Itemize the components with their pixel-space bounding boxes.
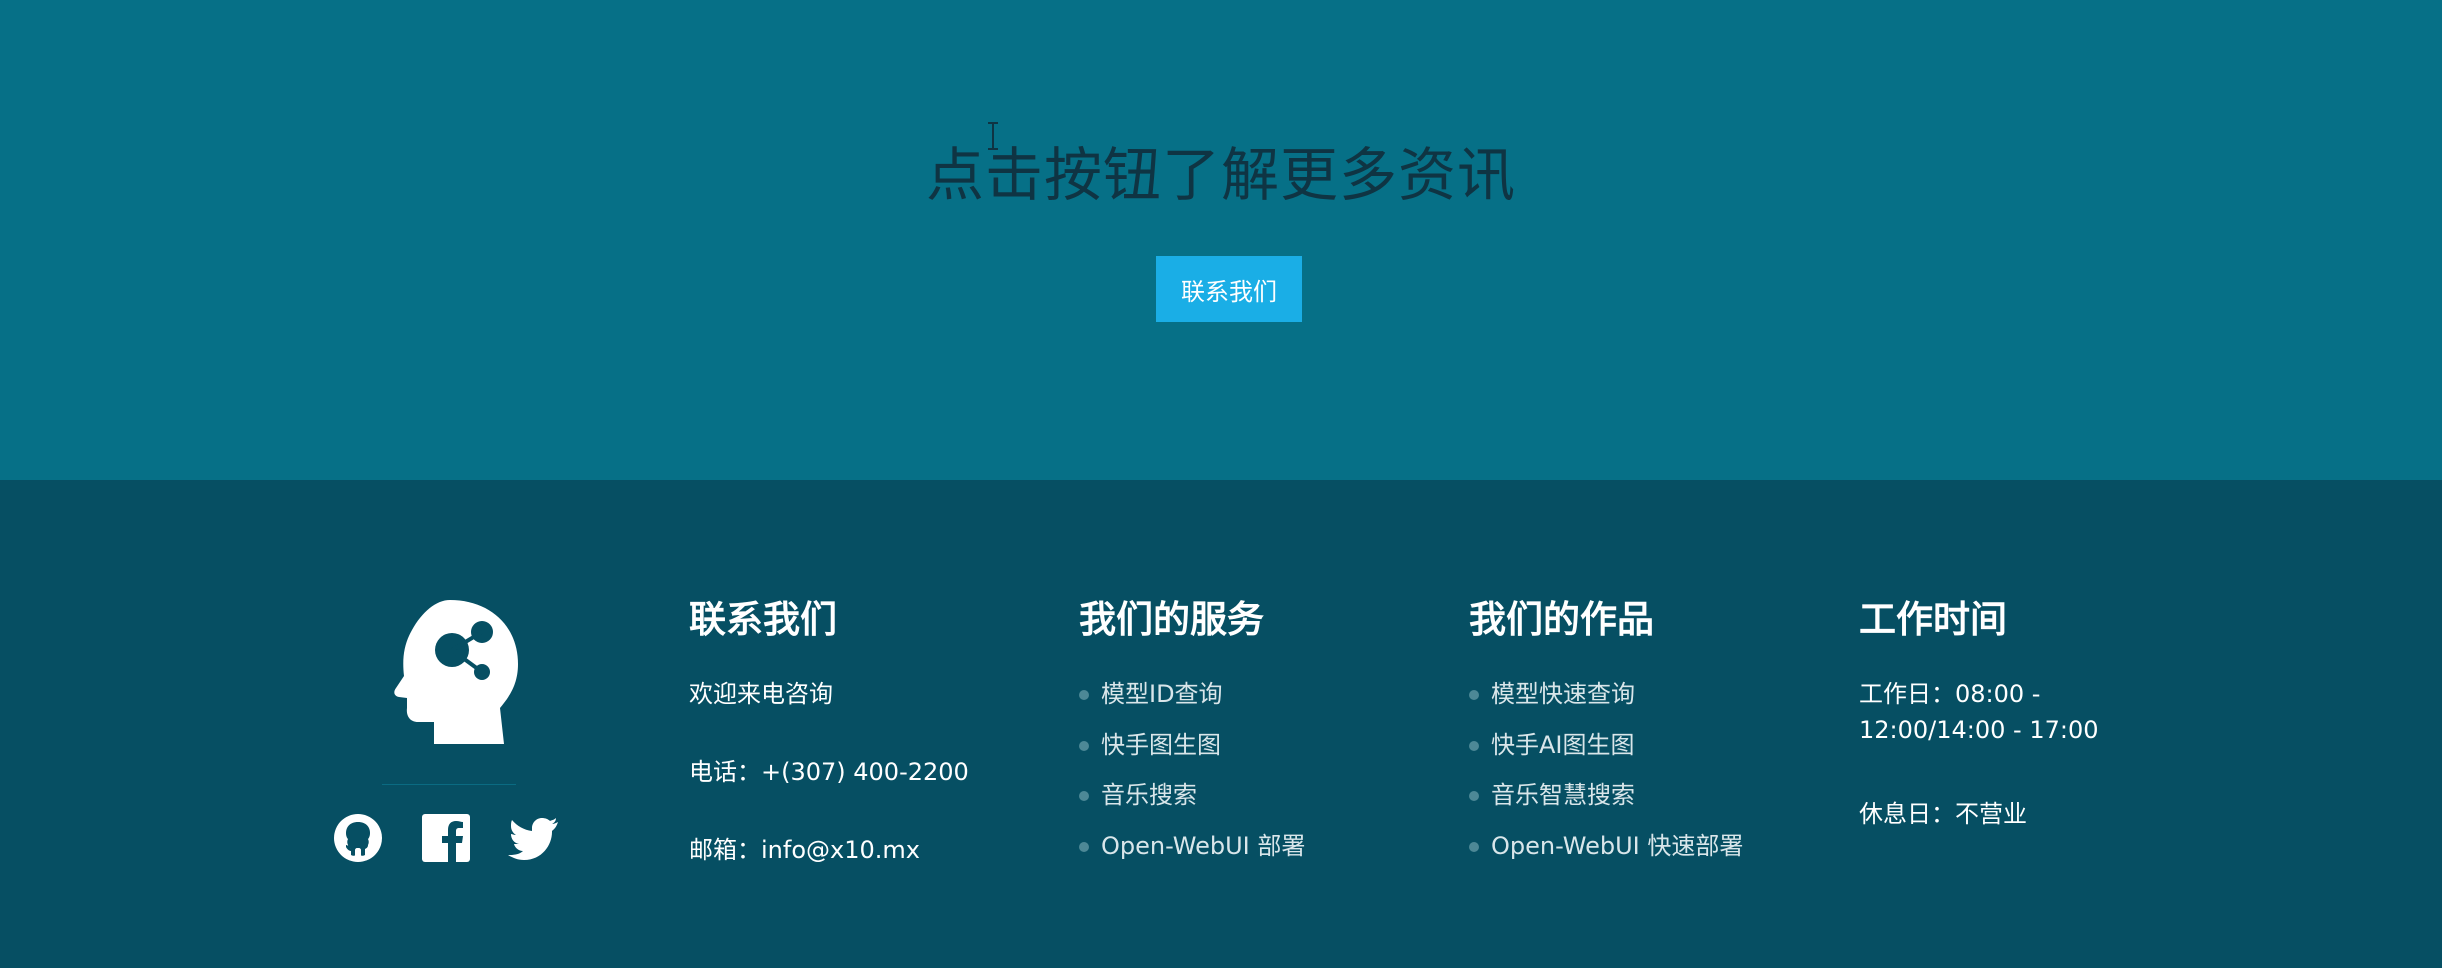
hours-weekday-line2: 12:00/14:00 - 17:00 — [1859, 716, 2099, 744]
services-item[interactable]: Open-WebUI 部署 — [1079, 830, 1305, 881]
bullet-icon — [1079, 740, 1089, 751]
bullet-icon — [1469, 690, 1479, 700]
brand-divider — [382, 784, 516, 785]
head-network-icon — [394, 600, 518, 744]
text-cursor-icon — [988, 122, 998, 150]
bullet-icon — [1079, 841, 1089, 852]
bullet-icon — [1469, 740, 1479, 751]
works-item[interactable]: 音乐智慧搜索 — [1469, 779, 1743, 830]
hours-heading: 工作时间 — [1859, 598, 2007, 641]
services-item[interactable]: 音乐搜索 — [1079, 779, 1305, 830]
works-item-label: 模型快速查询 — [1491, 680, 1635, 708]
contact-phone: 电话：+(307) 400-2200 — [689, 758, 969, 786]
works-item-label: 快手AI图生图 — [1491, 730, 1635, 759]
contact-welcome: 欢迎来电咨询 — [689, 680, 833, 708]
works-list: 模型快速查询 快手AI图生图 音乐智慧搜索 Open-WebUI 快速部署 — [1469, 678, 1743, 880]
footer-works-column: 我们的作品 模型快速查询 快手AI图生图 音乐智慧搜索 Open-WebUI 快… — [1469, 596, 1743, 860]
services-item-label: 音乐搜索 — [1101, 781, 1197, 809]
bullet-icon — [1469, 841, 1479, 852]
works-heading: 我们的作品 — [1469, 598, 1654, 641]
cta-section: 点击按钮了解更多资讯 联系我们 — [0, 0, 2442, 480]
facebook-icon[interactable] — [420, 812, 472, 864]
services-item-label: 模型ID查询 — [1101, 680, 1223, 708]
works-item[interactable]: Open-WebUI 快速部署 — [1469, 830, 1743, 881]
contact-email: 邮箱：info@x10.mx — [689, 836, 920, 864]
contact-heading: 联系我们 — [689, 598, 837, 641]
works-item[interactable]: 快手AI图生图 — [1469, 729, 1743, 780]
works-item[interactable]: 模型快速查询 — [1469, 678, 1743, 729]
services-item-label: 快手图生图 — [1101, 730, 1221, 759]
bullet-icon — [1079, 690, 1089, 700]
github-icon[interactable] — [332, 812, 384, 864]
services-heading: 我们的服务 — [1079, 598, 1264, 641]
cta-title: 点击按钮了解更多资讯 — [925, 141, 1516, 209]
bullet-icon — [1079, 791, 1089, 801]
services-item-label: Open-WebUI 部署 — [1101, 831, 1306, 860]
services-item[interactable]: 模型ID查询 — [1079, 678, 1305, 729]
twitter-icon[interactable] — [508, 812, 560, 864]
works-item-label: 音乐智慧搜索 — [1491, 781, 1635, 809]
works-item-label: Open-WebUI 快速部署 — [1491, 831, 1744, 860]
hours-weekday-line1: 工作日：08:00 - — [1859, 680, 2041, 708]
contact-us-button[interactable]: 联系我们 — [1156, 256, 1302, 322]
services-item[interactable]: 快手图生图 — [1079, 729, 1305, 780]
services-list: 模型ID查询 快手图生图 音乐搜索 Open-WebUI 部署 — [1079, 678, 1305, 880]
footer-contact-column: 联系我们 欢迎来电咨询 电话：+(307) 400-2200 邮箱：info@x… — [689, 596, 969, 864]
footer-services-column: 我们的服务 模型ID查询 快手图生图 音乐搜索 Open-WebUI 部署 — [1079, 596, 1305, 860]
hours-weekend: 休息日：不营业 — [1859, 800, 2027, 828]
footer-hours-column: 工作时间 工作日：08:00 - 12:00/14:00 - 17:00 休息日… — [1859, 596, 2099, 828]
bullet-icon — [1469, 791, 1479, 801]
